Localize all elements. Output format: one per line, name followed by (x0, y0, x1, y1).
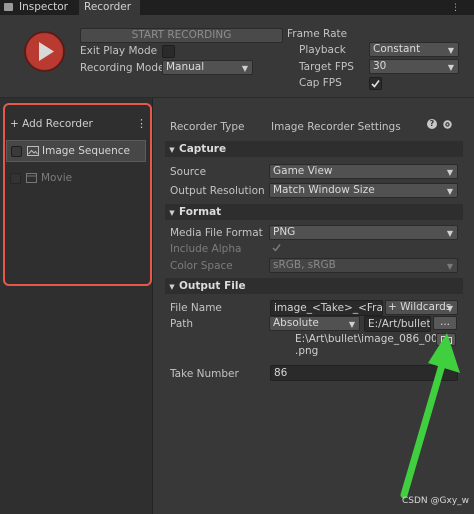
help-icon[interactable]: ? (427, 119, 437, 129)
path-mode-dropdown[interactable]: Absolute ▼ (269, 316, 360, 331)
path-label: Path (170, 318, 194, 330)
chevron-down-icon: ▼ (446, 187, 453, 196)
checkmark-icon (371, 80, 380, 88)
source-dropdown[interactable]: Game View ▼ (269, 164, 458, 179)
foldout-arrow-icon: ▼ (169, 283, 175, 291)
chevron-down-icon: ▼ (241, 64, 248, 73)
tab-inspector[interactable]: Inspector (4, 0, 76, 15)
playback-dropdown[interactable]: Constant ▼ (369, 42, 459, 57)
color-space-dropdown[interactable]: sRGB, sRGB ▼ (269, 258, 458, 273)
foldout-arrow-icon: ▼ (169, 146, 175, 154)
chevron-down-icon: ▼ (446, 304, 453, 313)
highlight-box (3, 103, 152, 286)
chevron-down-icon: ▼ (446, 168, 453, 177)
chevron-down-icon: ▼ (446, 229, 453, 238)
frame-rate-label: Frame Rate (287, 28, 348, 40)
watermark: CSDN @Gxy_w (402, 496, 470, 506)
include-alpha-checkbox[interactable] (271, 242, 282, 253)
recorder-type-label: Recorder Type (170, 121, 245, 133)
take-number-label: Take Number (170, 368, 239, 380)
include-alpha-label: Include Alpha (170, 243, 242, 255)
start-recording-button[interactable]: START RECORDING (80, 28, 283, 43)
output-resolution-dropdown[interactable]: Match Window Size ▼ (269, 183, 458, 198)
inspector-tab-icon (4, 3, 13, 11)
target-fps-label: Target FPS (299, 61, 354, 73)
format-section-header[interactable]: ▼ Format (165, 204, 463, 220)
settings-icon[interactable] (442, 119, 453, 130)
more-options-icon[interactable]: ⋮ (451, 3, 460, 13)
chevron-down-icon: ▼ (447, 46, 454, 55)
play-icon (39, 42, 54, 61)
file-name-label: File Name (170, 302, 222, 314)
wildcards-dropdown[interactable]: + Wildcards ▼ (385, 300, 458, 315)
media-file-format-label: Media File Format (170, 227, 263, 239)
capture-section-header[interactable]: ▼ Capture (165, 141, 463, 157)
chevron-down-icon: ▼ (446, 262, 453, 271)
exit-play-mode-checkbox[interactable] (162, 45, 175, 58)
output-file-section-header[interactable]: ▼ Output File (165, 278, 463, 294)
recorder-type-value: Image Recorder Settings (271, 121, 401, 133)
color-space-label: Color Space (170, 260, 233, 272)
target-fps-dropdown[interactable]: 30 ▼ (369, 59, 459, 74)
foldout-arrow-icon: ▼ (169, 209, 175, 217)
output-path-line2: .png (295, 345, 319, 357)
panel-separator (152, 98, 153, 514)
chevron-down-icon: ▼ (348, 320, 355, 329)
exit-play-mode-label: Exit Play Mode (80, 45, 158, 57)
record-button[interactable] (24, 31, 65, 72)
output-resolution-label: Output Resolution (170, 185, 265, 197)
file-name-input[interactable]: image_<Take>_<Frame (270, 300, 383, 316)
tab-recorder[interactable]: Recorder (79, 0, 140, 15)
checkmark-icon (272, 244, 281, 252)
cap-fps-checkbox[interactable] (369, 77, 382, 90)
media-file-format-dropdown[interactable]: PNG ▼ (269, 225, 458, 240)
annotation-arrow-icon (400, 333, 460, 499)
source-label: Source (170, 166, 207, 178)
playback-label: Playback (299, 44, 346, 56)
recording-mode-label: Recording Mode (80, 62, 165, 74)
cap-fps-label: Cap FPS (299, 77, 342, 89)
recording-mode-dropdown[interactable]: Manual ▼ (162, 60, 253, 75)
chevron-down-icon: ▼ (447, 63, 454, 72)
